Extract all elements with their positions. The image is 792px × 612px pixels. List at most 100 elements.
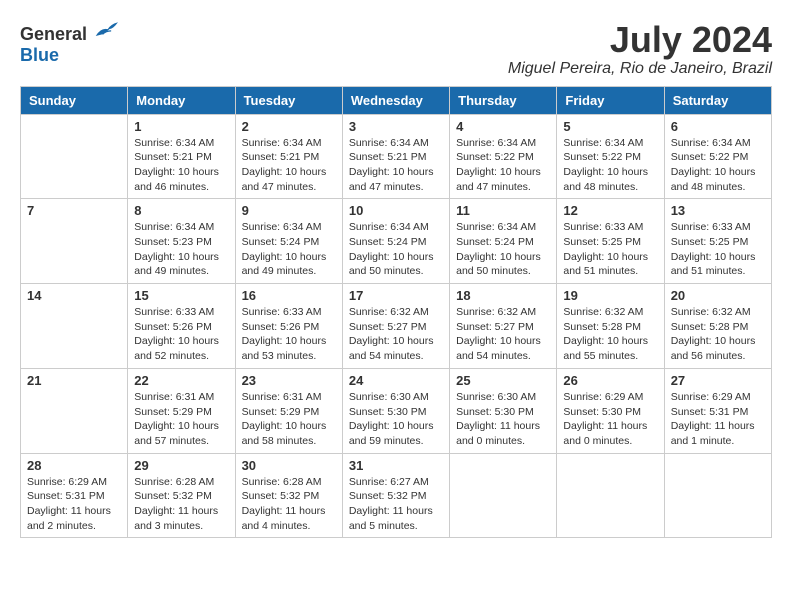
calendar-week-row: 21 22Sunrise: 6:31 AMSunset: 5:29 PMDayli…	[21, 368, 772, 453]
day-number: 1	[134, 119, 228, 134]
day-number: 18	[456, 288, 550, 303]
day-number: 24	[349, 373, 443, 388]
day-number: 7	[27, 203, 121, 218]
day-info: Sunrise: 6:34 AMSunset: 5:24 PMDaylight:…	[456, 220, 550, 279]
day-number: 4	[456, 119, 550, 134]
day-info: Sunrise: 6:34 AMSunset: 5:23 PMDaylight:…	[134, 220, 228, 279]
day-info: Sunrise: 6:33 AMSunset: 5:26 PMDaylight:…	[134, 305, 228, 364]
day-number: 10	[349, 203, 443, 218]
day-info: Sunrise: 6:31 AMSunset: 5:29 PMDaylight:…	[134, 390, 228, 449]
calendar-cell: 24Sunrise: 6:30 AMSunset: 5:30 PMDayligh…	[342, 368, 449, 453]
day-info: Sunrise: 6:28 AMSunset: 5:32 PMDaylight:…	[134, 475, 228, 534]
day-number: 17	[349, 288, 443, 303]
day-info: Sunrise: 6:34 AMSunset: 5:24 PMDaylight:…	[349, 220, 443, 279]
day-info: Sunrise: 6:34 AMSunset: 5:22 PMDaylight:…	[456, 136, 550, 195]
day-info: Sunrise: 6:32 AMSunset: 5:27 PMDaylight:…	[456, 305, 550, 364]
calendar-week-row: 78 Sunrise: 6:34 AMSunset: 5:23 PMDayligh…	[21, 199, 772, 284]
weekday-header: Wednesday	[342, 86, 449, 114]
weekday-header: Tuesday	[235, 86, 342, 114]
day-info: Sunrise: 6:31 AMSunset: 5:29 PMDaylight:…	[242, 390, 336, 449]
day-number: 25	[456, 373, 550, 388]
calendar-cell: 16Sunrise: 6:33 AMSunset: 5:26 PMDayligh…	[235, 284, 342, 369]
calendar-cell: 27 Sunrise: 6:29 AMSunset: 5:31 PMDayligh…	[664, 368, 771, 453]
logo-bird-icon	[94, 20, 118, 40]
month-year-title: July 2024	[508, 20, 772, 60]
day-number: 12	[563, 203, 657, 218]
calendar-cell: 18 Sunrise: 6:32 AMSunset: 5:27 PMDayligh…	[450, 284, 557, 369]
day-number: 3	[349, 119, 443, 134]
calendar-cell	[21, 114, 128, 199]
day-number: 20	[671, 288, 765, 303]
calendar-cell: 29Sunrise: 6:28 AMSunset: 5:32 PMDayligh…	[128, 453, 235, 538]
logo: General Blue	[20, 20, 118, 66]
calendar-cell: 6 Sunrise: 6:34 AMSunset: 5:22 PMDaylight…	[664, 114, 771, 199]
day-info: Sunrise: 6:28 AMSunset: 5:32 PMDaylight:…	[242, 475, 336, 534]
calendar-cell: 20 Sunrise: 6:32 AMSunset: 5:28 PMDayligh…	[664, 284, 771, 369]
day-info: Sunrise: 6:34 AMSunset: 5:22 PMDaylight:…	[563, 136, 657, 195]
calendar-cell: 10 Sunrise: 6:34 AMSunset: 5:24 PMDayligh…	[342, 199, 449, 284]
day-number: 28	[27, 458, 121, 473]
calendar-cell	[664, 453, 771, 538]
logo-blue: Blue	[20, 45, 59, 65]
calendar-cell: 3 Sunrise: 6:34 AMSunset: 5:21 PMDaylight…	[342, 114, 449, 199]
logo-text: General Blue	[20, 20, 118, 66]
day-info: Sunrise: 6:30 AMSunset: 5:30 PMDaylight:…	[456, 390, 550, 449]
day-number: 23	[242, 373, 336, 388]
calendar-week-row: 28 Sunrise: 6:29 AMSunset: 5:31 PMDayligh…	[21, 453, 772, 538]
calendar-cell: 1Sunrise: 6:34 AMSunset: 5:21 PMDaylight…	[128, 114, 235, 199]
day-number: 5	[563, 119, 657, 134]
day-number: 21	[27, 373, 121, 388]
weekday-header: Monday	[128, 86, 235, 114]
calendar-cell: 22Sunrise: 6:31 AMSunset: 5:29 PMDayligh…	[128, 368, 235, 453]
calendar-header-row: SundayMondayTuesdayWednesdayThursdayFrid…	[21, 86, 772, 114]
day-info: Sunrise: 6:32 AMSunset: 5:28 PMDaylight:…	[563, 305, 657, 364]
weekday-header: Sunday	[21, 86, 128, 114]
weekday-header: Thursday	[450, 86, 557, 114]
day-info: Sunrise: 6:34 AMSunset: 5:22 PMDaylight:…	[671, 136, 765, 195]
calendar-cell: 26Sunrise: 6:29 AMSunset: 5:30 PMDayligh…	[557, 368, 664, 453]
calendar-cell: 25 Sunrise: 6:30 AMSunset: 5:30 PMDayligh…	[450, 368, 557, 453]
day-number: 2	[242, 119, 336, 134]
day-number: 13	[671, 203, 765, 218]
calendar-table: SundayMondayTuesdayWednesdayThursdayFrid…	[20, 86, 772, 539]
calendar-cell: 5 Sunrise: 6:34 AMSunset: 5:22 PMDaylight…	[557, 114, 664, 199]
day-info: Sunrise: 6:32 AMSunset: 5:28 PMDaylight:…	[671, 305, 765, 364]
day-number: 19	[563, 288, 657, 303]
day-info: Sunrise: 6:32 AMSunset: 5:27 PMDaylight:…	[349, 305, 443, 364]
day-number: 30	[242, 458, 336, 473]
day-number: 27	[671, 373, 765, 388]
calendar-cell	[557, 453, 664, 538]
day-info: Sunrise: 6:29 AMSunset: 5:31 PMDaylight:…	[671, 390, 765, 449]
day-info: Sunrise: 6:27 AMSunset: 5:32 PMDaylight:…	[349, 475, 443, 534]
calendar-cell: 2 Sunrise: 6:34 AMSunset: 5:21 PMDaylight…	[235, 114, 342, 199]
page-header: General Blue July 2024 Miguel Pereira, R…	[20, 20, 772, 78]
day-info: Sunrise: 6:29 AMSunset: 5:31 PMDaylight:…	[27, 475, 121, 534]
weekday-header: Saturday	[664, 86, 771, 114]
calendar-cell: 9Sunrise: 6:34 AMSunset: 5:24 PMDaylight…	[235, 199, 342, 284]
day-info: Sunrise: 6:33 AMSunset: 5:25 PMDaylight:…	[671, 220, 765, 279]
day-number: 6	[671, 119, 765, 134]
calendar-cell: 4 Sunrise: 6:34 AMSunset: 5:22 PMDaylight…	[450, 114, 557, 199]
calendar-cell: 12 Sunrise: 6:33 AMSunset: 5:25 PMDayligh…	[557, 199, 664, 284]
calendar-cell: 31Sunrise: 6:27 AMSunset: 5:32 PMDayligh…	[342, 453, 449, 538]
calendar-cell: 15 Sunrise: 6:33 AMSunset: 5:26 PMDayligh…	[128, 284, 235, 369]
day-number: 16	[242, 288, 336, 303]
calendar-week-row: 1 Sunrise: 6:34 AMSunset: 5:21 PMDaylight…	[21, 114, 772, 199]
calendar-cell: 28 Sunrise: 6:29 AMSunset: 5:31 PMDayligh…	[21, 453, 128, 538]
day-number: 8	[134, 203, 228, 218]
calendar-cell: 8 Sunrise: 6:34 AMSunset: 5:23 PMDaylight…	[128, 199, 235, 284]
day-number: 26	[563, 373, 657, 388]
calendar-cell	[450, 453, 557, 538]
calendar-cell: 21	[21, 368, 128, 453]
calendar-cell: 11Sunrise: 6:34 AMSunset: 5:24 PMDayligh…	[450, 199, 557, 284]
day-info: Sunrise: 6:33 AMSunset: 5:25 PMDaylight:…	[563, 220, 657, 279]
day-info: Sunrise: 6:34 AMSunset: 5:21 PMDaylight:…	[242, 136, 336, 195]
calendar-week-row: 14 15 Sunrise: 6:33 AMSunset: 5:26 PMDayli…	[21, 284, 772, 369]
day-info: Sunrise: 6:34 AMSunset: 5:21 PMDaylight:…	[349, 136, 443, 195]
day-info: Sunrise: 6:34 AMSunset: 5:24 PMDaylight:…	[242, 220, 336, 279]
calendar-cell: 7	[21, 199, 128, 284]
day-number: 14	[27, 288, 121, 303]
calendar-cell: 13 Sunrise: 6:33 AMSunset: 5:25 PMDayligh…	[664, 199, 771, 284]
calendar-cell: 30 Sunrise: 6:28 AMSunset: 5:32 PMDayligh…	[235, 453, 342, 538]
day-number: 15	[134, 288, 228, 303]
